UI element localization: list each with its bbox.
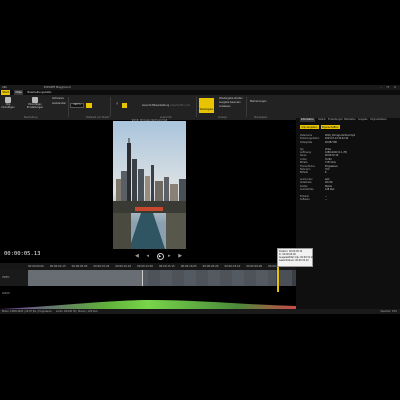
playback-big-button[interactable]: Wiedergabe <box>199 98 214 113</box>
previous-frame-button[interactable]: ◀ ◂ <box>135 253 152 259</box>
timeline-tick-label: 00:00:23.10 <box>224 265 241 268</box>
zoom-field[interactable]: 100 % <box>70 103 84 108</box>
cut-ms-label[interactable]: Ausschnitt in ms <box>168 104 192 108</box>
separator <box>246 97 247 117</box>
properties-list: Dateiname 9X16_Chicago-Vertical.mp4 Erstel… <box>300 134 398 202</box>
clock-icon[interactable]: ◷ <box>113 102 121 106</box>
next-frame-button[interactable]: ▸ ▶ <box>168 253 185 259</box>
timeline-tick-label: 00:00:26.00 <box>246 265 263 268</box>
timeline-tick-label: 00:00:18.05 <box>180 265 197 268</box>
timeline-tooltip: Position: 00:00:05.13 In: 00:00:00.00 Au… <box>277 248 314 267</box>
markers-button[interactable]: Markierungen <box>250 100 272 104</box>
timeline-tick-label: 00:00:10.10 <box>115 265 132 268</box>
tab-metadaten[interactable]: Metadaten <box>344 118 356 122</box>
timeline-ruler[interactable]: 00:00:00.00 00:00:02.15 00:00:05.05 00:00:0… <box>0 263 296 270</box>
group-label-wiedergabe: Wiedergabe <box>254 116 268 119</box>
city-skyline-image <box>113 121 186 249</box>
timeline-tick-label: 00:00:15.15 <box>159 265 175 268</box>
tab-information[interactable]: Information <box>300 118 315 122</box>
enter-clip-button[interactable]: Clip eingeben <box>300 125 319 129</box>
add-settings-button[interactable]: Hinzufügen Einstellungen <box>26 97 44 109</box>
app-window: ARL ELEVATE Playground – ❐ ✕ Start Clips… <box>0 0 400 400</box>
group-label-anzeige: Anzeige <box>218 116 227 119</box>
audio-level-gradient <box>0 300 296 309</box>
group-label-bearbeitung: Bearbeitung <box>24 116 38 119</box>
properties-panel: Information Details Einstellungen Metada… <box>296 118 400 314</box>
tab-einstellungen[interactable]: Einstellungen <box>328 118 343 122</box>
video-preview[interactable] <box>113 121 186 249</box>
audio-track-label: AUDIO <box>2 292 10 295</box>
transport-controls: ◀ ◂ ▶ ▸ ▶ <box>135 253 185 260</box>
cut-edit-label[interactable]: Ausschnittbearbeitung <box>142 104 169 108</box>
status-memory: Speicher: 34% <box>380 310 397 313</box>
ribbon-toolbar: Clip hinzufügen Hinzufügen Einstellungen… <box>0 95 400 120</box>
timeline-tick-label: 00:00:20.20 <box>202 265 219 268</box>
release-button[interactable]: Loslassen <box>219 105 245 109</box>
timeline-tick-label: 00:00:02.15 <box>49 265 66 268</box>
playback-timecode: 00:00:05.13 <box>4 251 41 257</box>
separator <box>110 97 111 117</box>
property-value: — <box>325 198 328 202</box>
tab-originaldateien[interactable]: Originaldateien <box>370 118 387 122</box>
group-label-zeitleiste: Zeitleiste und Objekt <box>86 116 109 119</box>
property-row: Software — <box>300 198 398 201</box>
zoom-toggle[interactable] <box>86 103 92 108</box>
status-audio-info: Audio: 48.000 Hz | Stereo | 128 kb/s <box>56 310 98 313</box>
hide-button[interactable]: Ausblenden <box>52 102 66 106</box>
video-track-label: VIDEO <box>2 276 10 279</box>
timeline-tick-label: 00:00:07.20 <box>93 265 110 268</box>
tooltip-total-duration: Gesamtdauer: 00:00:32.10 <box>279 259 309 262</box>
status-video-info: Bilder: 1080x1920 | 29.97 fps | Progress… <box>2 310 52 313</box>
play-button[interactable]: ▶ <box>156 253 164 260</box>
separator <box>196 97 197 117</box>
tab-ausgabe[interactable]: Ausgabe <box>358 118 368 122</box>
properties-button[interactable]: Eigenschaften <box>320 125 340 129</box>
timeline-tick-label: 00:00:05.05 <box>71 265 88 268</box>
selected-region[interactable] <box>142 270 276 286</box>
properties-tabs: Information Details Einstellungen Metada… <box>296 118 400 122</box>
timeline-tick-label: 00:00:13.00 <box>137 265 153 268</box>
properties-buttons: Clip eingeben Eigenschaften <box>300 125 341 129</box>
add-clip-button[interactable]: Clip hinzufügen <box>1 97 15 109</box>
status-bar: Bilder: 1080x1920 | 29.97 fps | Progress… <box>0 309 400 314</box>
played-region <box>28 270 143 286</box>
clock-toggle[interactable] <box>122 103 127 108</box>
activate-button[interactable]: Aktivieren <box>52 97 66 101</box>
tab-details[interactable]: Details <box>318 118 326 122</box>
separator <box>68 97 69 117</box>
timeline-tick-label: 00:00:00.00 <box>28 265 44 268</box>
property-key: Software <box>300 198 310 202</box>
